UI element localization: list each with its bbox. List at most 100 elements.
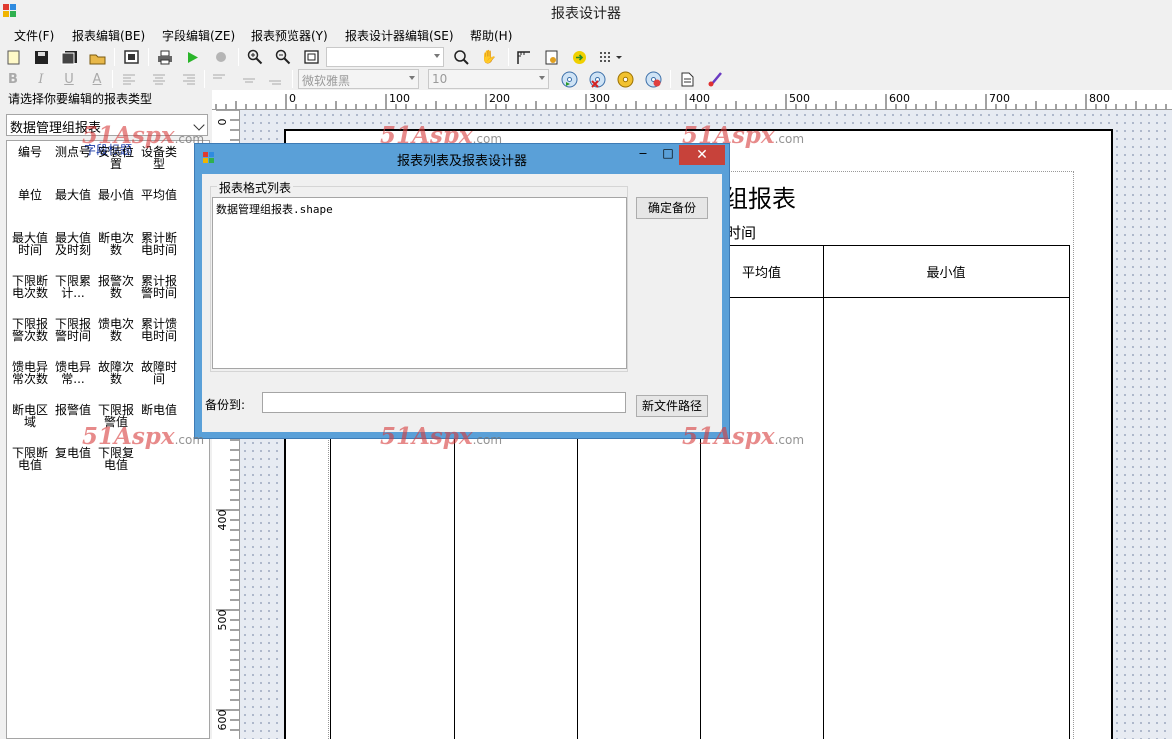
backup-path-input[interactable] <box>262 392 626 413</box>
field-item[interactable]: 报警次数 <box>96 275 136 299</box>
next-arrow-icon[interactable] <box>570 48 588 66</box>
col-header-min[interactable]: 最小值 <box>823 262 1069 281</box>
align-left-icon[interactable] <box>120 70 138 88</box>
field-item[interactable]: 最大值时间 <box>10 232 50 256</box>
field-item[interactable]: 累计报警时间 <box>139 275 179 299</box>
align-right-icon[interactable] <box>180 70 198 88</box>
top-ruler: 0 100 200 300 400 500 600 700 800 <box>212 90 1172 110</box>
field-item[interactable]: 单位 <box>10 189 50 201</box>
field-item[interactable]: 馈电次数 <box>96 318 136 342</box>
zoom-tool-icon[interactable] <box>452 48 470 66</box>
ruler-label: 400 <box>689 92 710 105</box>
field-item[interactable]: 下限复电值 <box>96 447 136 471</box>
new-file-path-button[interactable]: 新文件路径 <box>636 395 708 417</box>
ruler-label: 500 <box>216 610 229 631</box>
font-color-icon[interactable]: A <box>88 70 106 88</box>
report-title[interactable]: 组报表 <box>724 179 796 214</box>
ruler-label: 800 <box>1089 92 1110 105</box>
menu-help[interactable]: 帮助(H) <box>470 27 512 44</box>
menu-designer-edit[interactable]: 报表设计器编辑(SE) <box>345 27 454 44</box>
menu-bar: 文件(F) 报表编辑(BE) 字段编辑(ZE) 报表预览器(Y) 报表设计器编辑… <box>0 24 1172 45</box>
menu-file[interactable]: 文件(F) <box>14 27 54 44</box>
ruler-label: 500 <box>789 92 810 105</box>
zoom-combo[interactable] <box>326 47 444 67</box>
field-item[interactable]: 安装位置 <box>96 146 136 170</box>
main-toolbar: ✋ <box>0 46 1172 68</box>
valign-bottom-icon[interactable] <box>266 70 284 88</box>
report-time-label[interactable]: 时间 <box>726 222 756 243</box>
fit-page-icon[interactable] <box>302 48 320 66</box>
ruler-label: 600 <box>889 92 910 105</box>
format-toolbar: B I U A 微软雅黑 10 <box>0 68 1172 90</box>
watermark: 51Aspx.com <box>380 423 503 450</box>
maximize-icon[interactable]: □ <box>656 146 680 168</box>
ruler-label: 100 <box>389 92 410 105</box>
field-item[interactable]: 断电值 <box>139 404 179 416</box>
menu-field-edit[interactable]: 字段编辑(ZE) <box>162 27 235 44</box>
field-item[interactable]: 下限报警时间 <box>53 318 93 342</box>
field-item[interactable]: 报警值 <box>53 404 93 416</box>
document-icon[interactable] <box>678 70 696 88</box>
disc-delete-icon[interactable] <box>588 70 606 88</box>
valign-middle-icon[interactable] <box>240 70 258 88</box>
menu-report-preview[interactable]: 报表预览器(Y) <box>251 27 328 44</box>
close-icon[interactable]: ✕ <box>679 145 725 165</box>
brush-icon[interactable] <box>706 70 724 88</box>
align-center-icon[interactable] <box>150 70 168 88</box>
field-item[interactable]: 最大值 <box>53 189 93 201</box>
ruler-label: 600 <box>216 710 229 731</box>
open-folder-icon[interactable] <box>88 48 106 66</box>
field-item[interactable]: 故障时间 <box>139 361 179 385</box>
field-item[interactable]: 最小值 <box>96 189 136 201</box>
list-item[interactable]: 数据管理组报表.shape <box>216 201 333 217</box>
underline-icon[interactable]: U <box>60 70 78 88</box>
field-item[interactable]: 故障次数 <box>96 361 136 385</box>
print-icon[interactable] <box>156 48 174 66</box>
field-item[interactable]: 馈电异常... <box>53 361 93 385</box>
disc-settings-icon[interactable] <box>644 70 662 88</box>
stop-icon[interactable] <box>212 48 230 66</box>
backup-label: 备份到: <box>205 398 246 412</box>
save-all-icon[interactable] <box>60 48 78 66</box>
ruler-label: 200 <box>489 92 510 105</box>
dialog-body: 报表格式列表 数据管理组报表.shape 确定备份 备份到: 新文件路径 <box>202 174 722 432</box>
save-icon[interactable] <box>32 48 50 66</box>
field-item[interactable]: 馈电异常次数 <box>10 361 50 385</box>
field-item[interactable]: 累计断电时间 <box>139 232 179 256</box>
ruler-label: 0 <box>216 119 229 126</box>
play-icon[interactable] <box>184 48 202 66</box>
page-settings-icon[interactable] <box>542 48 560 66</box>
zoom-in-icon[interactable] <box>246 48 264 66</box>
menu-report-edit[interactable]: 报表编辑(BE) <box>72 27 145 44</box>
field-item[interactable]: 断电次数 <box>96 232 136 256</box>
grid-dropdown-icon[interactable] <box>597 48 625 66</box>
hand-pan-icon[interactable]: ✋ <box>480 48 498 66</box>
watermark: 51Aspx.com <box>82 423 205 450</box>
font-size-combo[interactable]: 10 <box>428 69 549 89</box>
field-item[interactable]: 平均值 <box>139 189 179 201</box>
ruler-icon[interactable] <box>514 48 532 66</box>
disc-gold-icon[interactable] <box>616 70 634 88</box>
disc-play-icon[interactable] <box>560 70 578 88</box>
report-format-list[interactable]: 数据管理组报表.shape <box>212 197 627 369</box>
font-name-combo[interactable]: 微软雅黑 <box>298 69 419 89</box>
field-item[interactable]: 下限断电次数 <box>10 275 50 299</box>
field-item[interactable]: 下限断电值 <box>10 447 50 471</box>
ruler-label: 300 <box>589 92 610 105</box>
field-item[interactable]: 断电区域 <box>10 404 50 428</box>
field-item[interactable]: 下限报警次数 <box>10 318 50 342</box>
italic-icon[interactable]: I <box>32 70 50 88</box>
field-item[interactable]: 设备类型 <box>139 146 179 170</box>
preview-window-icon[interactable] <box>122 48 140 66</box>
dialog-title-bar[interactable]: 报表列表及报表设计器 ‒ □ ✕ <box>195 144 729 174</box>
confirm-backup-button[interactable]: 确定备份 <box>636 197 708 219</box>
field-item[interactable]: 编号 <box>10 146 50 158</box>
field-item[interactable]: 累计馈电时间 <box>139 318 179 342</box>
new-icon[interactable] <box>4 48 22 66</box>
bold-icon[interactable]: B <box>4 70 22 88</box>
field-item[interactable]: 最大值及时刻 <box>53 232 93 256</box>
field-item[interactable]: 下限累计... <box>53 275 93 299</box>
valign-top-icon[interactable] <box>210 70 228 88</box>
zoom-out-icon[interactable] <box>274 48 292 66</box>
minimize-icon[interactable]: ‒ <box>631 146 655 168</box>
